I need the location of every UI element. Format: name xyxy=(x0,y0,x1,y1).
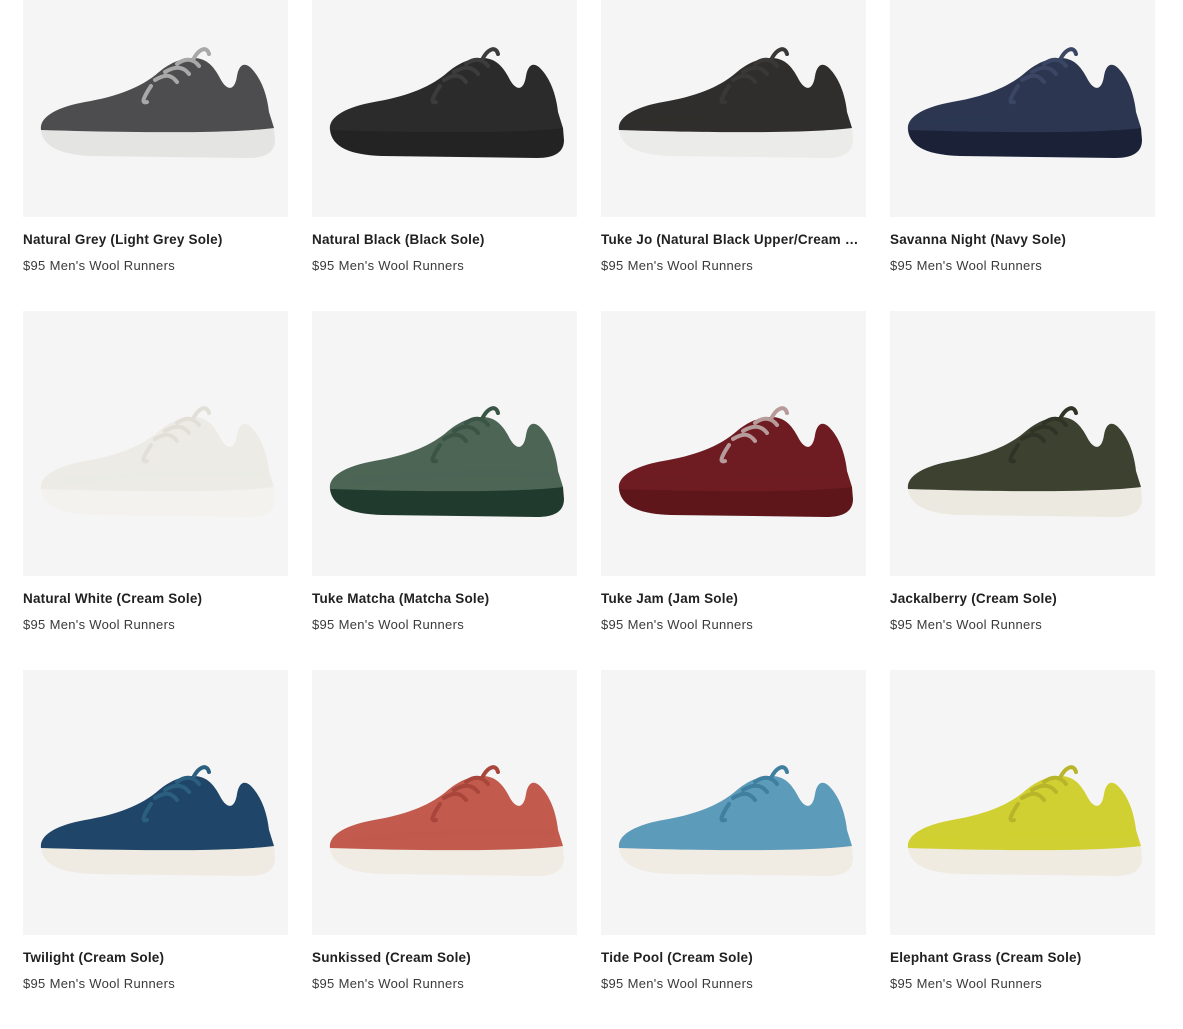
product-title[interactable]: Elephant Grass (Cream Sole) xyxy=(890,950,1155,965)
product-title[interactable]: Sunkissed (Cream Sole) xyxy=(312,950,577,965)
product-image[interactable] xyxy=(23,311,288,576)
product-price: $95 xyxy=(23,617,46,632)
product-card-4[interactable]: Savanna Night (Navy Sole) $95 Men's Wool … xyxy=(890,0,1155,311)
product-line: Men's Wool Runners xyxy=(49,258,176,273)
product-meta: $95 Men's Wool Runners xyxy=(23,617,175,632)
product-card-6[interactable]: Tuke Matcha (Matcha Sole) $95 Men's Wool … xyxy=(312,311,577,670)
product-card-12[interactable]: Elephant Grass (Cream Sole) $95 Men's Woo… xyxy=(890,670,1155,1029)
product-title[interactable]: Tuke Jo (Natural Black Upper/Cream Sole) xyxy=(601,232,866,247)
product-title[interactable]: Tuke Jam (Jam Sole) xyxy=(601,591,866,606)
product-title[interactable]: Natural White (Cream Sole) xyxy=(23,591,288,606)
product-card-7[interactable]: Tuke Jam (Jam Sole) $95 Men's Wool Runner… xyxy=(601,311,866,670)
product-price: $95 xyxy=(601,258,624,273)
product-card-1[interactable]: Natural Grey (Light Grey Sole) $95 Men's … xyxy=(23,0,288,311)
product-price: $95 xyxy=(890,617,913,632)
shoe-icon xyxy=(618,47,853,158)
shoe-icon xyxy=(329,406,564,517)
product-image[interactable] xyxy=(312,670,577,935)
product-price: $95 xyxy=(312,258,335,273)
product-image[interactable] xyxy=(23,670,288,935)
product-card-10[interactable]: Sunkissed (Cream Sole) $95 Men's Wool Run… xyxy=(312,670,577,1029)
product-title[interactable]: Jackalberry (Cream Sole) xyxy=(890,591,1155,606)
product-image[interactable] xyxy=(23,0,288,217)
shoe-icon xyxy=(618,765,853,876)
product-meta: $95 Men's Wool Runners xyxy=(312,258,464,273)
product-image[interactable] xyxy=(601,670,866,935)
shoe-icon xyxy=(40,406,275,517)
product-image[interactable] xyxy=(890,670,1155,935)
product-meta: $95 Men's Wool Runners xyxy=(601,258,753,273)
product-meta: $95 Men's Wool Runners xyxy=(23,258,175,273)
product-line: Men's Wool Runners xyxy=(627,258,754,273)
product-card-11[interactable]: Tide Pool (Cream Sole) $95 Men's Wool Run… xyxy=(601,670,866,1029)
product-image[interactable] xyxy=(312,0,577,217)
product-line: Men's Wool Runners xyxy=(338,258,465,273)
product-image[interactable] xyxy=(890,0,1155,217)
product-image[interactable] xyxy=(890,311,1155,576)
product-card-8[interactable]: Jackalberry (Cream Sole) $95 Men's Wool R… xyxy=(890,311,1155,670)
shoe-icon xyxy=(329,765,564,876)
product-meta: $95 Men's Wool Runners xyxy=(890,617,1042,632)
product-title[interactable]: Natural Grey (Light Grey Sole) xyxy=(23,232,288,247)
product-price: $95 xyxy=(23,258,46,273)
product-meta: $95 Men's Wool Runners xyxy=(890,258,1042,273)
product-price: $95 xyxy=(312,617,335,632)
product-line: Men's Wool Runners xyxy=(916,258,1043,273)
product-price: $95 xyxy=(601,617,624,632)
product-title[interactable]: Natural Black (Black Sole) xyxy=(312,232,577,247)
product-line: Men's Wool Runners xyxy=(49,617,176,632)
product-line: Men's Wool Runners xyxy=(627,617,754,632)
product-card-9[interactable]: Twilight (Cream Sole) $95 Men's Wool Runn… xyxy=(23,670,288,1029)
shoe-icon xyxy=(907,765,1142,876)
product-grid: Natural Grey (Light Grey Sole) $95 Men's … xyxy=(23,0,1155,1029)
product-meta: $95 Men's Wool Runners xyxy=(312,617,464,632)
product-price: $95 xyxy=(890,258,913,273)
product-card-2[interactable]: Natural Black (Black Sole) $95 Men's Wool… xyxy=(312,0,577,311)
product-line: Men's Wool Runners xyxy=(338,617,465,632)
product-meta: $95 Men's Wool Runners xyxy=(601,617,753,632)
product-title[interactable]: Savanna Night (Navy Sole) xyxy=(890,232,1155,247)
product-title[interactable]: Tide Pool (Cream Sole) xyxy=(601,950,866,965)
shoe-icon xyxy=(907,47,1142,158)
shoe-icon xyxy=(907,406,1142,517)
shoe-icon xyxy=(618,406,853,517)
product-image[interactable] xyxy=(312,311,577,576)
shoe-icon xyxy=(40,765,275,876)
shoe-icon xyxy=(329,47,564,158)
product-image[interactable] xyxy=(601,311,866,576)
product-title[interactable]: Twilight (Cream Sole) xyxy=(23,950,288,965)
product-card-3[interactable]: Tuke Jo (Natural Black Upper/Cream Sole)… xyxy=(601,0,866,311)
product-line: Men's Wool Runners xyxy=(916,617,1043,632)
product-card-5[interactable]: Natural White (Cream Sole) $95 Men's Wool… xyxy=(23,311,288,670)
product-title[interactable]: Tuke Matcha (Matcha Sole) xyxy=(312,591,577,606)
product-image[interactable] xyxy=(601,0,866,217)
shoe-icon xyxy=(40,47,275,158)
